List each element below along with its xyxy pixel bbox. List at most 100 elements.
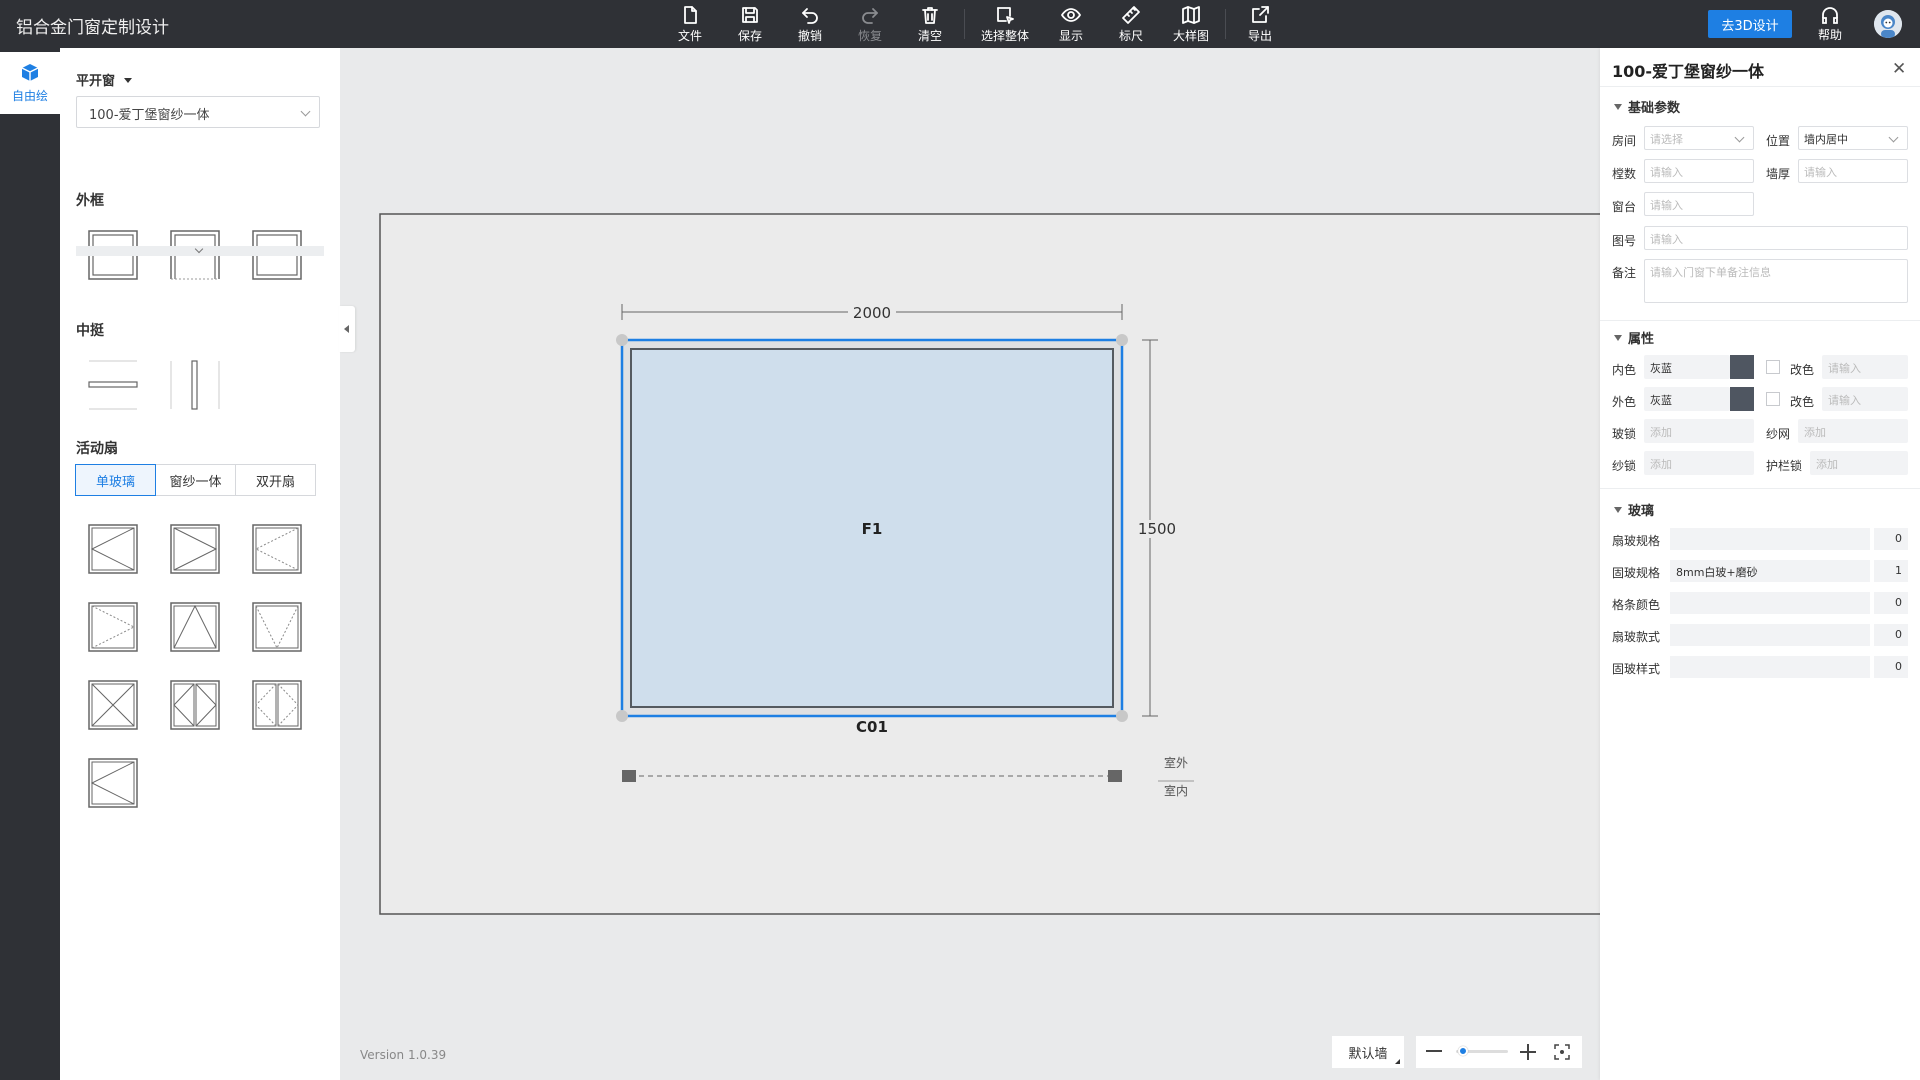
outside-label: 室外 bbox=[1163, 756, 1188, 770]
room-select[interactable]: 请选择 bbox=[1644, 126, 1754, 150]
detail-drawing-button[interactable]: 大样图 bbox=[1161, 0, 1221, 48]
outer-change-color-checkbox[interactable] bbox=[1766, 392, 1780, 406]
inner-change-color-input[interactable]: 请输入 bbox=[1822, 355, 1908, 379]
file-icon bbox=[684, 5, 697, 24]
ruler-button[interactable]: 标尺 bbox=[1101, 0, 1161, 48]
sash-option-bottom-hung[interactable] bbox=[252, 602, 302, 652]
zoom-slider-thumb[interactable] bbox=[1458, 1046, 1468, 1056]
drawing-number-label: 图号 bbox=[1612, 234, 1637, 248]
window-category-dropdown[interactable]: 平开窗 bbox=[76, 70, 132, 89]
outer-color-input[interactable]: 灰蓝 bbox=[1644, 387, 1730, 411]
position-select[interactable]: 墙内居中 bbox=[1798, 126, 1908, 150]
sash-left-icon bbox=[88, 524, 138, 574]
main-toolbar: 文件 保存 撤销 恢复 清空 选择整体 显示 标尺 大样图 导出 bbox=[660, 0, 1290, 48]
sash-option-tilt-turn[interactable] bbox=[88, 680, 138, 730]
series-select[interactable]: 100-爱丁堡窗纱一体 bbox=[76, 96, 320, 128]
outer-color-swatch[interactable] bbox=[1730, 387, 1754, 411]
width-dimension-label: 2000 bbox=[852, 304, 892, 322]
default-wall-button[interactable]: 默认墙 bbox=[1332, 1036, 1404, 1068]
sash-option-left-dashed[interactable] bbox=[252, 524, 302, 574]
position-label: 位置 bbox=[1766, 134, 1791, 148]
sash-tilt-turn-icon bbox=[88, 680, 138, 730]
display-button[interactable]: 显示 bbox=[1041, 0, 1101, 48]
wall-thickness-input[interactable]: 请输入 bbox=[1798, 159, 1908, 183]
fit-screen-button[interactable] bbox=[1554, 1044, 1570, 1060]
close-icon[interactable]: ✕ bbox=[1892, 59, 1906, 79]
zoom-in-button[interactable] bbox=[1520, 1044, 1536, 1060]
corner-handle bbox=[616, 710, 628, 722]
sash-right-icon bbox=[170, 524, 220, 574]
tab-glass-screen[interactable]: 窗纱一体 bbox=[155, 464, 236, 496]
chevron-down-icon bbox=[1734, 132, 1745, 143]
inside-label: 室内 bbox=[1163, 784, 1188, 798]
inner-change-color-checkbox[interactable] bbox=[1766, 360, 1780, 374]
component-panel: 平开窗 100-爱丁堡窗纱一体 外框 中挺 活动扇 单玻璃 窗纱一体 双开扇 bbox=[60, 48, 340, 1080]
save-button[interactable]: 保存 bbox=[720, 0, 780, 48]
chevron-down-icon bbox=[1888, 132, 1899, 143]
horizontal-mullion-icon bbox=[88, 360, 138, 410]
help-button[interactable]: 帮助 bbox=[1810, 4, 1850, 44]
sash-left-dashed-icon bbox=[252, 524, 302, 574]
free-draw-tab[interactable]: 自由绘 bbox=[0, 52, 60, 114]
mullion-option-vertical[interactable] bbox=[170, 360, 220, 410]
headset-icon bbox=[1822, 6, 1838, 24]
sash-left-single-icon bbox=[88, 758, 138, 808]
guard-lock-input[interactable]: 添加 bbox=[1810, 451, 1908, 475]
sash-double-dashed-icon bbox=[252, 680, 302, 730]
glass-lock-input[interactable]: 添加 bbox=[1644, 419, 1754, 443]
properties-panel: 100-爱丁堡窗纱一体 ✕ 基础参数 房间 请选择 位置 墙内居中 樘数 请输入… bbox=[1600, 48, 1920, 1080]
mullion-option-horizontal[interactable] bbox=[88, 360, 138, 410]
sash-option-right-open[interactable] bbox=[170, 524, 220, 574]
window-code-label: C01 bbox=[856, 718, 888, 736]
chevron-down-icon bbox=[300, 106, 311, 117]
glass-row[interactable]: 格条颜色 0 bbox=[1612, 592, 1908, 614]
outer-color-label: 外色 bbox=[1612, 395, 1637, 409]
basic-params-section[interactable]: 基础参数 bbox=[1614, 97, 1680, 116]
cube-icon bbox=[21, 64, 39, 81]
divider bbox=[1600, 320, 1920, 321]
screen-label: 纱网 bbox=[1766, 427, 1791, 441]
export-button[interactable]: 导出 bbox=[1230, 0, 1290, 48]
select-all-button[interactable]: 选择整体 bbox=[969, 0, 1041, 48]
file-button[interactable]: 文件 bbox=[660, 0, 720, 48]
floors-input[interactable]: 请输入 bbox=[1644, 159, 1754, 183]
screen-lock-input[interactable]: 添加 bbox=[1644, 451, 1754, 475]
tab-single-glass[interactable]: 单玻璃 bbox=[75, 464, 156, 496]
glass-row[interactable]: 扇玻款式 0 bbox=[1612, 624, 1908, 646]
sash-option-top-hung[interactable] bbox=[170, 602, 220, 652]
tab-double-sash[interactable]: 双开扇 bbox=[235, 464, 316, 496]
panel-label[interactable]: F1 bbox=[852, 520, 892, 538]
sash-top-icon bbox=[170, 602, 220, 652]
sash-option-left-single[interactable] bbox=[88, 758, 138, 808]
glass-row[interactable]: 固玻规格 8mm白玻+磨砂 1 bbox=[1612, 560, 1908, 582]
sash-option-right-dashed[interactable] bbox=[88, 602, 138, 652]
sill-input[interactable]: 请输入 bbox=[1644, 192, 1754, 216]
design-canvas[interactable]: 2000 1500 F1 C01 室外 室内 bbox=[340, 48, 1600, 1080]
fit-screen-icon bbox=[1554, 1044, 1570, 1060]
zoom-out-button[interactable] bbox=[1426, 1050, 1442, 1052]
outer-change-color-input[interactable]: 请输入 bbox=[1822, 387, 1908, 411]
divider bbox=[1600, 488, 1920, 489]
attributes-section[interactable]: 属性 bbox=[1614, 328, 1654, 347]
glass-row[interactable]: 扇玻规格 0 bbox=[1612, 528, 1908, 550]
remark-textarea[interactable]: 请输入门窗下单备注信息 bbox=[1644, 259, 1908, 303]
inner-color-swatch[interactable] bbox=[1730, 355, 1754, 379]
undo-button[interactable]: 撤销 bbox=[780, 0, 840, 48]
go-3d-design-button[interactable]: 去3D设计 bbox=[1708, 10, 1792, 38]
corner-handle bbox=[1116, 334, 1128, 346]
sash-option-double-casement[interactable] bbox=[170, 680, 220, 730]
redo-button[interactable]: 恢复 bbox=[840, 0, 900, 48]
inner-color-label: 内色 bbox=[1612, 363, 1637, 377]
map-icon bbox=[1182, 5, 1200, 24]
clear-button[interactable]: 清空 bbox=[900, 0, 960, 48]
drawing-number-input[interactable]: 请输入 bbox=[1644, 226, 1908, 250]
sash-option-double-dashed[interactable] bbox=[252, 680, 302, 730]
screen-input[interactable]: 添加 bbox=[1798, 419, 1908, 443]
height-dimension-label: 1500 bbox=[1134, 520, 1180, 538]
glass-row[interactable]: 固玻样式 0 bbox=[1612, 656, 1908, 678]
sash-option-left-open[interactable] bbox=[88, 524, 138, 574]
user-avatar[interactable] bbox=[1874, 10, 1902, 38]
glass-section[interactable]: 玻璃 bbox=[1614, 500, 1654, 519]
inner-color-input[interactable]: 灰蓝 bbox=[1644, 355, 1730, 379]
frame-options-expander[interactable] bbox=[76, 244, 324, 256]
